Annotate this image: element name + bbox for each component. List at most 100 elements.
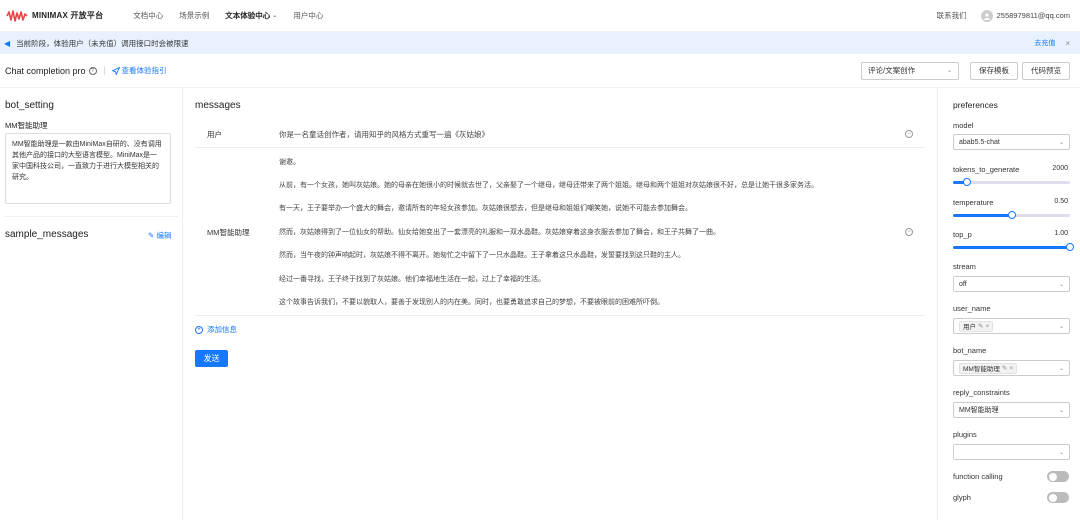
code-preview-button[interactable]: 代码预览 [1022,61,1070,80]
nav-right: 联系我们 2558979811@qq.com [937,9,1070,22]
chevron-down-icon: ⌄ [272,13,278,19]
bot-setting-panel: bot_setting MM智能助理 MM智能助理是一款由MiniMax自研的、… [0,88,183,520]
slider-fill [953,246,1070,249]
message-paragraph[interactable]: 然而，当午夜的钟声响起时，灰姑娘不得不离开。她匆忙之中留下了一只水晶鞋。王子拿着… [279,250,685,260]
slider-fill [953,214,1012,217]
logo-text: MINIMAX 开放平台 [32,11,104,20]
reply-constraints-label: reply_constraints [953,388,1010,397]
pencil-icon[interactable]: ✎ [1002,364,1007,372]
model-select[interactable]: abab5.5-chat ⌄ [953,134,1070,150]
slider-handle[interactable] [1007,211,1016,219]
message-role[interactable]: MM智能助理 [207,227,250,238]
message-row-bot: MM智能助理 谢邀。 从前，有一个女孩，她叫灰姑娘。她的母亲在她很小的时候就去世… [195,149,925,316]
speaker-icon: ◀ [4,38,11,48]
preferences-panel: preferences model abab5.5-chat ⌄ tokens_… [937,88,1080,520]
notice-banner: ◀ 当前阶段，体验用户（未充值）调用接口时会被限速 去充值 × [0,32,1080,54]
reply-constraints-select[interactable]: MM智能助理 ⌄ [953,402,1070,418]
user-email[interactable]: 2558979811@qq.com [997,11,1070,20]
page-title: Chat completion pro [5,65,86,76]
messages-title: messages [195,100,241,111]
save-template-button[interactable]: 保存模板 [970,61,1018,80]
message-content[interactable]: 你是一名童话创作者，请用知乎的风格方式重写一遍《灰姑娘》 [279,129,489,140]
nav-link-label: 文本体验中心 [225,11,271,20]
message-paragraph[interactable]: 经过一番寻找，王子终于找到了灰姑娘。他们幸福地生活在一起，过上了幸福的生活。 [279,274,545,284]
temperature-slider[interactable] [953,211,1070,219]
message-paragraph[interactable]: 然而，灰姑娘得到了一位仙女的帮助。仙女给她变出了一套漂亮的礼服和一双水晶鞋。灰姑… [279,227,720,237]
scenario-select-value: 评论/文案创作 [868,66,916,75]
chevron-down-icon: ⌄ [1058,139,1064,146]
toggle-knob [1049,493,1057,502]
top-p-label: top_p [953,230,972,239]
tag-label: MM智能助理 [963,366,1000,373]
nav-link-examples[interactable]: 场景示例 [179,10,209,21]
function-calling-toggle[interactable] [1047,471,1069,482]
divider [103,66,105,75]
guide-link-label: 查看体验指引 [121,66,167,75]
divider [5,216,178,217]
top-navigation: MINIMAX 开放平台 文档中心 场景示例 文本体验中心 ⌄ 用户中心 联系我… [0,0,1080,32]
user-icon [983,12,990,20]
temperature-value: 0.50 [1054,198,1068,205]
info-icon[interactable]: ? [88,66,97,75]
scenario-select[interactable]: 评论/文案创作 ⌄ [861,61,959,80]
nav-link-text-experience[interactable]: 文本体验中心 ⌄ [225,10,277,21]
messages-panel: messages 用户 你是一名童话创作者，请用知乎的风格方式重写一遍《灰姑娘》… [183,88,937,520]
guide-link[interactable]: 查看体验指引 [111,65,167,76]
glyph-toggle[interactable] [1047,492,1069,503]
user-name-select[interactable]: 用户 ✎ × ⌄ [953,318,1070,334]
chevron-down-icon: ⌄ [1058,281,1064,288]
edit-button[interactable]: ✎ 编辑 [148,230,171,241]
close-icon[interactable]: × [985,323,989,330]
message-paragraph[interactable]: 有一天，王子要举办一个盛大的舞会，邀请所有的年轻女孩参加。灰姑娘很想去，但是继母… [279,203,692,213]
nav-link-docs[interactable]: 文档中心 [133,10,163,21]
pencil-icon: ✎ [148,231,155,240]
send-button[interactable]: 发送 [195,350,228,367]
chevron-down-icon: ⌄ [1058,407,1064,414]
plugins-select[interactable]: ⌄ [953,444,1070,460]
bot-name-select[interactable]: MM智能助理 ✎ × ⌄ [953,360,1070,376]
remove-icon[interactable]: − [905,228,913,236]
message-paragraph[interactable]: 这个故事告诉我们，不要以貌取人，要善于发现别人的内在美。同时，也要勇敢追求自己的… [279,297,664,307]
message-paragraph[interactable]: 谢邀。 [279,157,300,167]
pencil-icon[interactable]: ✎ [978,322,983,330]
sample-messages-title: sample_messages [5,229,89,240]
contact-link[interactable]: 联系我们 [937,10,967,21]
nav-link-user-center[interactable]: 用户中心 [293,10,323,21]
bot-name-tag[interactable]: MM智能助理 ✎ × [959,362,1018,374]
stream-select-value: off [959,280,967,288]
chevron-down-icon: ⌄ [1058,323,1064,330]
close-icon[interactable]: × [1009,365,1013,372]
message-role[interactable]: 用户 [207,129,222,140]
logo[interactable]: MINIMAX 开放平台 [6,9,103,23]
avatar[interactable] [980,9,993,22]
glyph-label: glyph [953,493,971,502]
slider-handle[interactable] [963,178,972,186]
top-p-slider[interactable] [953,243,1074,251]
send-arrow-icon [111,66,120,75]
tag-label: 用户 [963,324,976,331]
logo-wave-icon [6,9,28,22]
plugins-label: plugins [953,430,977,439]
message-paragraph[interactable]: 从前，有一个女孩，她叫灰姑娘。她的母亲在她很小的时候就去世了，父亲娶了一个继母，… [279,180,818,190]
model-label: model [953,121,974,130]
bot-setting-title: bot_setting [5,100,54,111]
chevron-down-icon: ⌄ [1058,449,1064,456]
user-name-label: user_name [953,304,991,313]
temperature-label: temperature [953,198,994,207]
toggle-knob [1049,472,1057,481]
close-icon[interactable]: × [1065,39,1070,48]
recharge-link[interactable]: 去充值 [1034,38,1055,48]
nav-links: 文档中心 场景示例 文本体验中心 ⌄ 用户中心 [133,10,339,21]
reply-constraints-value: MM智能助理 [959,407,999,414]
bot-description-textarea[interactable]: MM智能助理是一款由MiniMax自研的、没有调用其他产品的接口的大型语言模型。… [5,133,171,204]
stream-label: stream [953,262,976,271]
remove-icon[interactable]: − [905,130,913,138]
stream-select[interactable]: off ⌄ [953,276,1070,292]
preferences-title: preferences [953,100,998,110]
bot-name-label: bot_name [953,346,987,355]
model-select-value: abab5.5-chat [959,138,1000,146]
slider-handle[interactable] [1066,243,1074,251]
add-message-button[interactable]: + 添加信息 [195,324,237,335]
tokens-slider[interactable] [953,178,1070,186]
user-name-tag[interactable]: 用户 ✎ × [959,320,994,332]
